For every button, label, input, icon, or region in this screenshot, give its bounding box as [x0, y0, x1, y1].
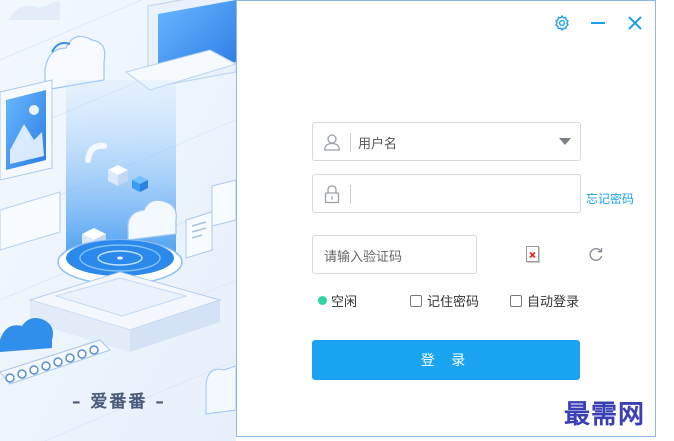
status-dot — [318, 296, 327, 305]
close-icon — [628, 16, 642, 30]
checkbox-box[interactable] — [510, 294, 522, 307]
captcha-field[interactable] — [312, 235, 477, 274]
username-input[interactable] — [356, 132, 550, 156]
lock-icon — [324, 185, 340, 204]
settings-button[interactable] — [551, 12, 573, 34]
broken-image-icon — [529, 251, 536, 259]
status-indicator[interactable]: 空闲 — [318, 291, 357, 310]
password-field[interactable] — [312, 174, 581, 213]
minus-icon — [591, 22, 605, 24]
refresh-icon[interactable] — [588, 246, 604, 262]
checkbox-box[interactable] — [410, 294, 422, 307]
caret-down-icon[interactable] — [559, 138, 571, 146]
login-window: – 爱番番 – 用户名 忘记密码 请输入验证码 空闲 记住密码 自动登录 登 录… — [0, 0, 674, 441]
auto-login-checkbox[interactable]: 自动登录 — [510, 291, 579, 310]
forgot-password-link[interactable]: 忘记密码 — [586, 190, 634, 207]
username-field[interactable] — [312, 122, 581, 161]
user-icon — [323, 134, 341, 151]
isometric-illustration — [0, 0, 236, 441]
login-button[interactable]: 登 录 — [312, 340, 580, 380]
minimize-button[interactable] — [587, 12, 609, 34]
brand-name: – 爱番番 – — [72, 392, 166, 412]
field-divider — [350, 133, 351, 152]
status-label: 空闲 — [331, 295, 358, 310]
captcha-input[interactable] — [322, 245, 474, 269]
field-divider — [350, 185, 351, 204]
remember-password-label: 记住密码 — [427, 295, 480, 310]
captcha-image[interactable] — [526, 246, 539, 262]
auto-login-label: 自动登录 — [527, 295, 580, 310]
illustration-panel: – 爱番番 – — [0, 0, 236, 441]
password-input[interactable] — [356, 184, 570, 208]
gear-icon — [555, 15, 569, 31]
remember-password-checkbox[interactable]: 记住密码 — [410, 291, 479, 310]
watermark-logo: 最需网 — [564, 400, 646, 430]
close-button[interactable] — [624, 12, 646, 34]
